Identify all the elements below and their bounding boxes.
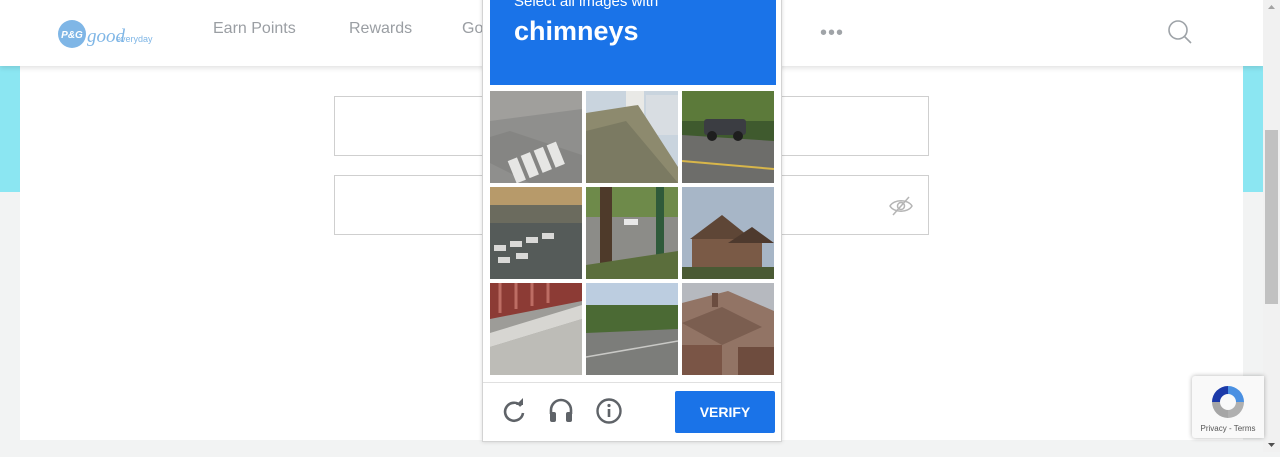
captcha-header: Select all images with chimneys <box>490 0 776 85</box>
scroll-down-arrow-icon[interactable] <box>1263 438 1280 452</box>
recaptcha-privacy-link[interactable]: Privacy <box>1201 424 1227 433</box>
eye-slash-icon[interactable] <box>888 195 914 217</box>
pg-good-everyday-logo[interactable]: P&G good everyday <box>55 14 160 54</box>
nav-rewards[interactable]: Rewards <box>349 20 412 38</box>
captcha-tile-6[interactable] <box>682 187 774 279</box>
captcha-target: chimneys <box>514 16 639 46</box>
captcha-tile-8[interactable] <box>586 283 678 375</box>
search-icon[interactable] <box>1166 18 1194 46</box>
logo-everyday-text: everyday <box>116 34 153 44</box>
recaptcha-links: Privacy - Terms <box>1192 424 1264 433</box>
captcha-tile-9[interactable] <box>682 283 774 375</box>
captcha-tile-3[interactable] <box>682 91 774 183</box>
headphones-icon[interactable] <box>546 396 576 426</box>
page-scrollbar[interactable] <box>1263 0 1280 452</box>
captcha-challenge: Select all images with chimneys VERIFY <box>482 0 782 442</box>
logo-pg-text: P&G <box>61 30 83 41</box>
recaptcha-badge[interactable]: Privacy - Terms <box>1192 376 1264 438</box>
accent-strip-left <box>0 66 20 192</box>
scroll-up-arrow-icon[interactable] <box>1263 0 1280 14</box>
captcha-instruction: Select all images with <box>514 0 659 10</box>
nav-go[interactable]: Go <box>462 20 483 38</box>
captcha-tile-7[interactable] <box>490 283 582 375</box>
captcha-divider <box>483 382 781 383</box>
captcha-tile-2[interactable] <box>586 91 678 183</box>
recaptcha-logo-icon <box>1208 382 1248 422</box>
verify-button[interactable]: VERIFY <box>675 391 775 433</box>
captcha-tile-1[interactable] <box>490 91 582 183</box>
reload-icon[interactable] <box>499 396 529 426</box>
more-menu-icon[interactable]: ••• <box>820 22 844 45</box>
nav-earn-points[interactable]: Earn Points <box>213 20 296 38</box>
scrollbar-thumb[interactable] <box>1265 130 1278 304</box>
captcha-tile-4[interactable] <box>490 187 582 279</box>
info-icon[interactable] <box>594 396 624 426</box>
captcha-tile-5[interactable] <box>586 187 678 279</box>
recaptcha-terms-link[interactable]: Terms <box>1234 424 1256 433</box>
accent-strip-right <box>1243 66 1263 192</box>
recaptcha-link-separator: - <box>1226 424 1234 433</box>
